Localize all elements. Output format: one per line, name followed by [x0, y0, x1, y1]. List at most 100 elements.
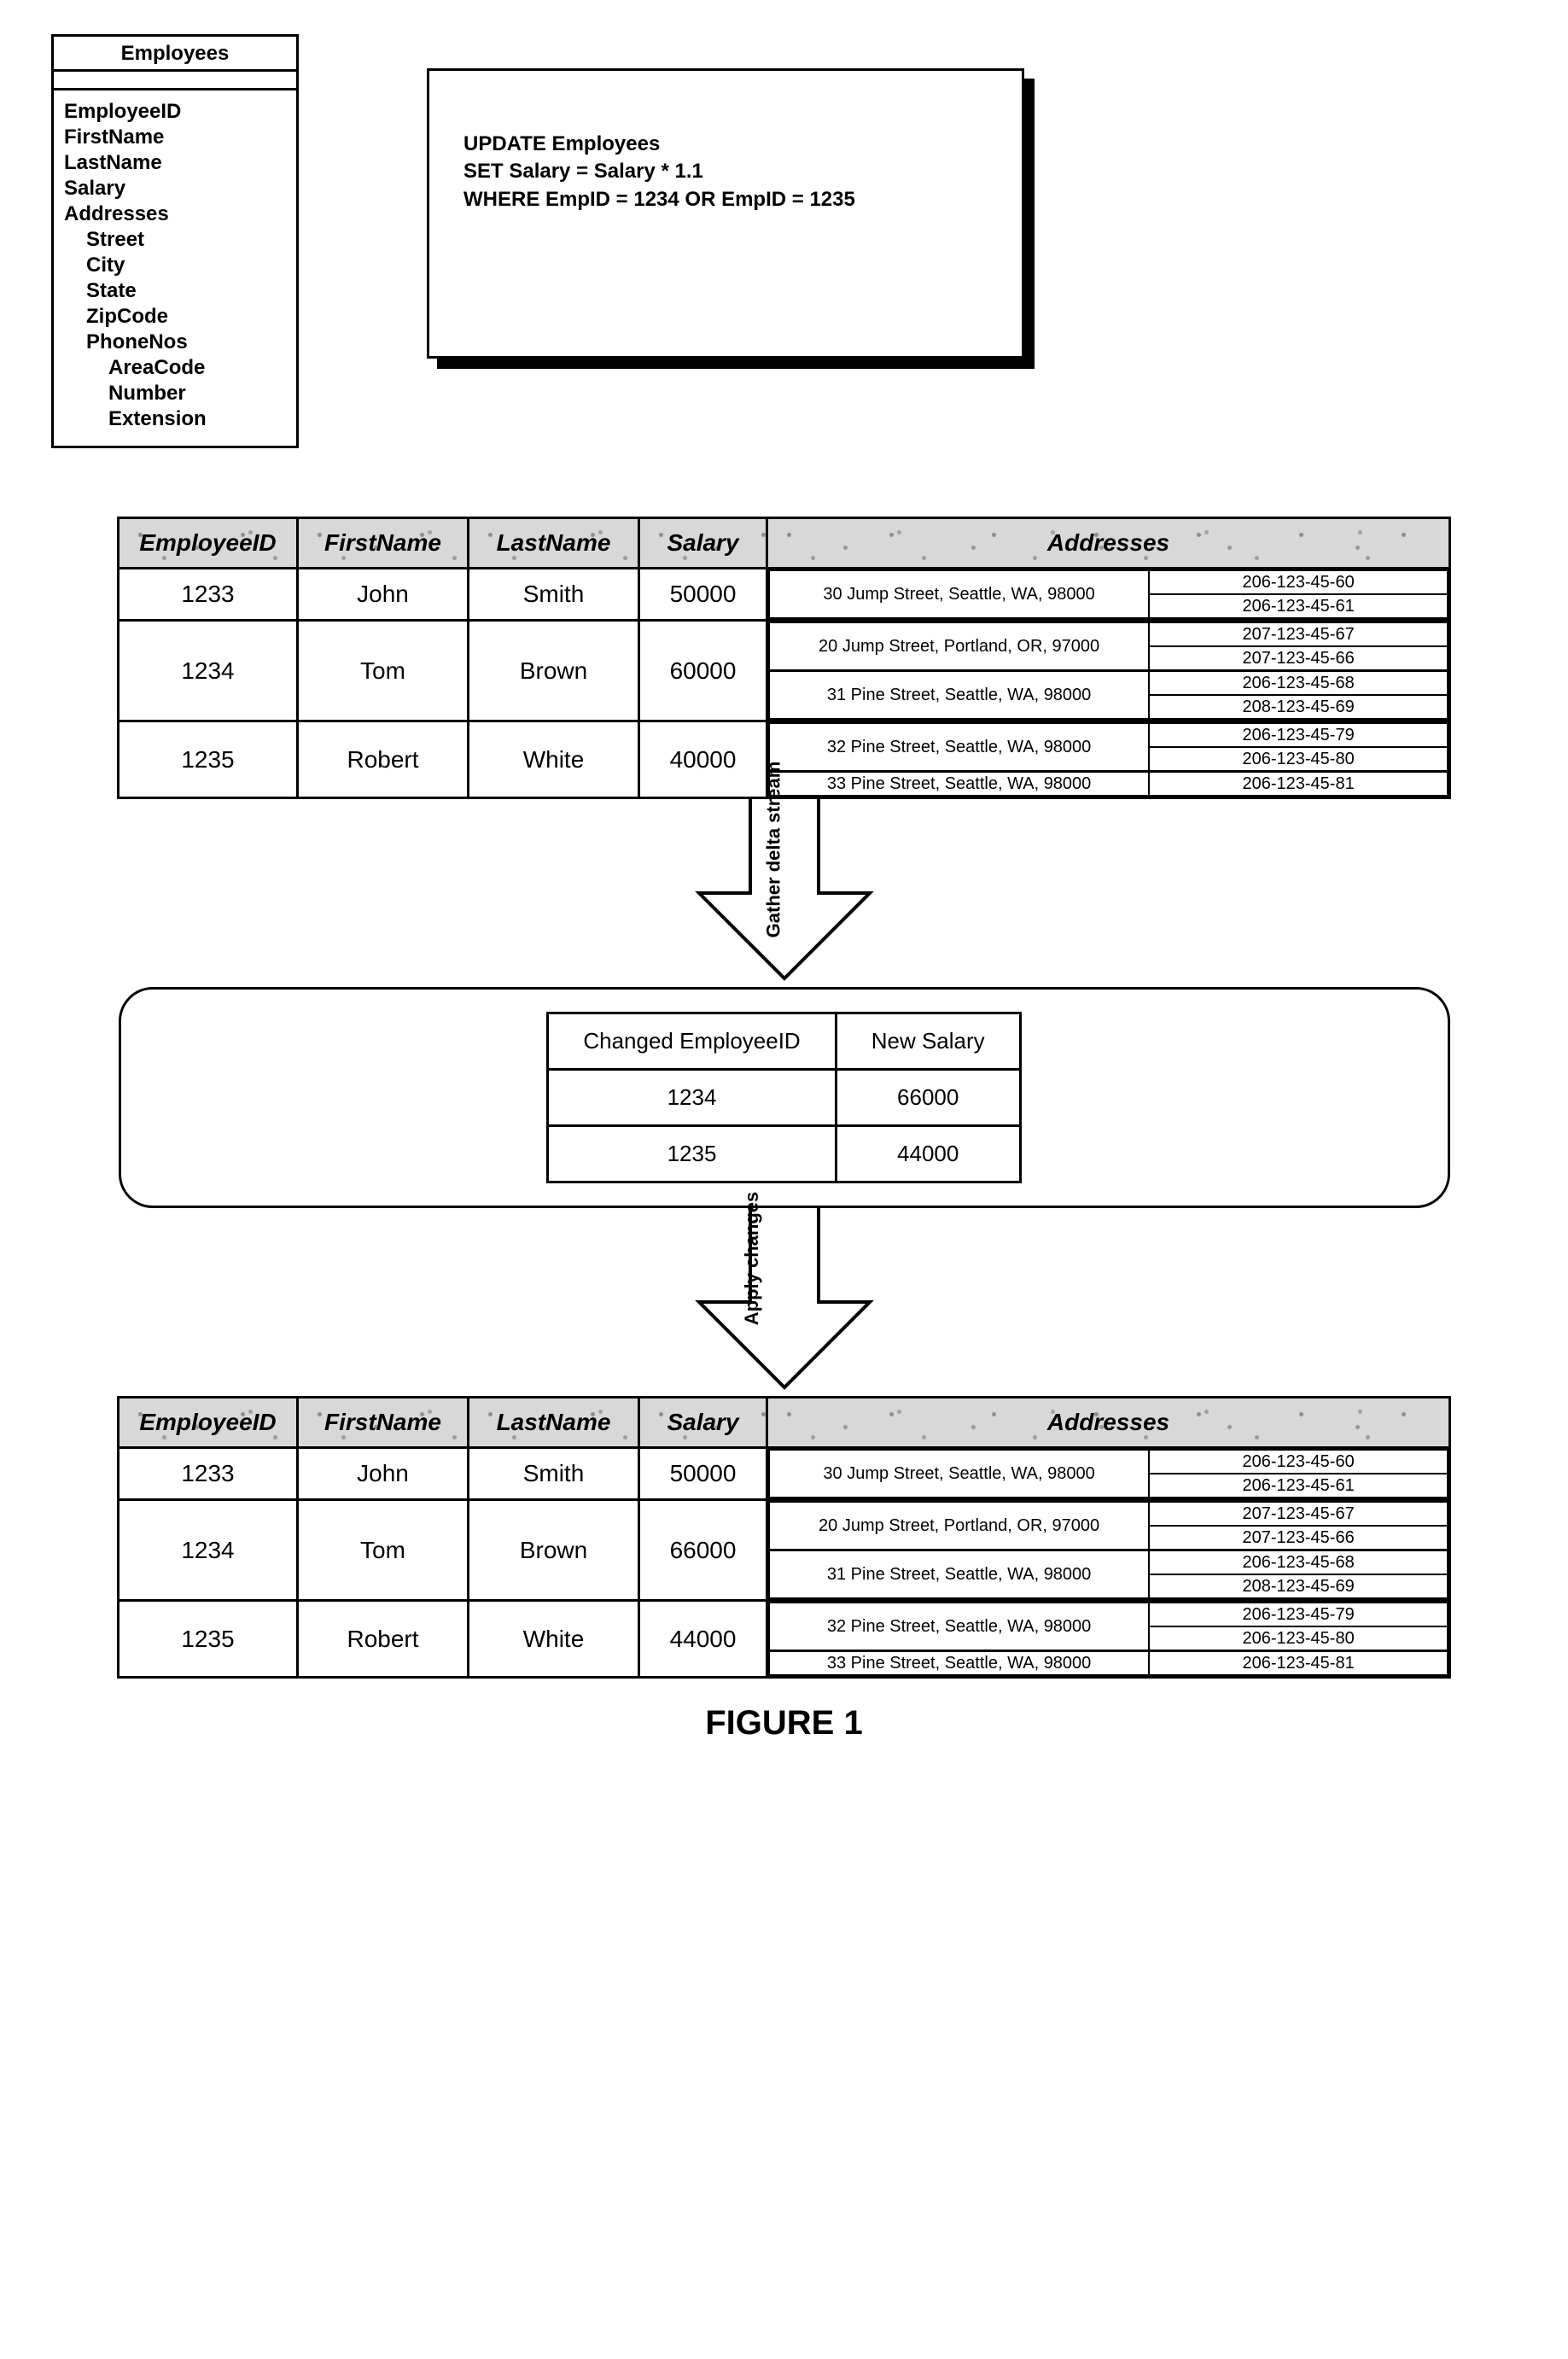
address-phone: 207-123-45-67 — [1149, 1502, 1448, 1526]
address-street: 30 Jump Street, Seattle, WA, 98000 — [769, 1450, 1149, 1498]
schema-field: LastName — [64, 150, 286, 176]
cell-id: 1234 — [119, 1500, 298, 1601]
schema-field: ZipCode — [64, 304, 286, 330]
cell-addresses: 32 Pine Street, Seattle, WA, 98000206-12… — [767, 1601, 1450, 1678]
address-phone: 208-123-45-69 — [1149, 695, 1448, 719]
address-street: 33 Pine Street, Seattle, WA, 98000 — [769, 772, 1149, 797]
col-header-addr: Addresses — [767, 518, 1450, 569]
col-header-salary: Salary — [639, 518, 767, 569]
delta-stream-box: Changed EmployeeID New Salary 1234660001… — [119, 987, 1450, 1208]
col-header-empid: EmployeeID — [119, 518, 298, 569]
cell-salary: 60000 — [639, 621, 767, 721]
address-phone: 206-123-45-79 — [1149, 1603, 1448, 1626]
col-header-salary: Salary — [639, 1398, 767, 1448]
arrow-label: Apply changes — [741, 1192, 763, 1325]
address-street: 20 Jump Street, Portland, OR, 97000 — [769, 622, 1149, 671]
address-phone: 208-123-45-69 — [1149, 1574, 1448, 1598]
address-street: 20 Jump Street, Portland, OR, 97000 — [769, 1502, 1149, 1550]
schema-field: Salary — [64, 176, 286, 201]
col-header-lname: LastName — [469, 1398, 639, 1448]
cell-salary: 50000 — [639, 1448, 767, 1500]
cell-salary: 50000 — [639, 569, 767, 621]
arrow-label: Gather delta stream — [762, 762, 784, 938]
address-phone: 207-123-45-66 — [1149, 646, 1448, 671]
address-phone: 207-123-45-67 — [1149, 622, 1448, 646]
cell-first: Robert — [298, 1601, 469, 1678]
cell-addresses: 20 Jump Street, Portland, OR, 97000207-1… — [767, 621, 1450, 721]
delta-table: Changed EmployeeID New Salary 1234660001… — [546, 1012, 1021, 1183]
address-phone: 207-123-45-66 — [1149, 1526, 1448, 1550]
cell-addresses: 20 Jump Street, Portland, OR, 97000207-1… — [767, 1500, 1450, 1601]
sql-line: SET Salary = Salary * 1.1 — [463, 158, 996, 185]
schema-field: FirstName — [64, 125, 286, 150]
schema-field: Addresses — [64, 201, 286, 227]
address-phone: 206-123-45-81 — [1149, 1651, 1448, 1676]
cell-last: Brown — [469, 621, 639, 721]
arrow-apply-changes: Apply changes — [119, 1208, 1450, 1396]
cell-salary: 66000 — [639, 1500, 767, 1601]
schema-field: PhoneNos — [64, 330, 286, 355]
schema-field: City — [64, 253, 286, 278]
delta-salary: 66000 — [836, 1070, 1020, 1126]
col-header-addr: Addresses — [767, 1398, 1450, 1448]
cell-last: Smith — [469, 1448, 639, 1500]
employees-table-after: EmployeeID FirstName LastName Salary Add… — [117, 1396, 1451, 1679]
delta-empid: 1234 — [548, 1070, 836, 1126]
col-header-fname: FirstName — [298, 518, 469, 569]
cell-addresses: 30 Jump Street, Seattle, WA, 98000206-12… — [767, 569, 1450, 621]
address-phone: 206-123-45-81 — [1149, 772, 1448, 797]
schema-box: Employees EmployeeIDFirstNameLastNameSal… — [51, 34, 299, 448]
cell-id: 1235 — [119, 721, 298, 798]
address-phone: 206-123-45-61 — [1149, 594, 1448, 618]
cell-last: White — [469, 721, 639, 798]
delta-empid: 1235 — [548, 1126, 836, 1182]
cell-addresses: 32 Pine Street, Seattle, WA, 98000206-12… — [767, 721, 1450, 798]
schema-field: Street — [64, 227, 286, 253]
address-street: 31 Pine Street, Seattle, WA, 98000 — [769, 671, 1149, 720]
cell-id: 1233 — [119, 1448, 298, 1500]
delta-salary: 44000 — [836, 1126, 1020, 1182]
cell-first: Tom — [298, 1500, 469, 1601]
address-phone: 206-123-45-68 — [1149, 1550, 1448, 1575]
address-phone: 206-123-45-68 — [1149, 671, 1448, 696]
cell-addresses: 30 Jump Street, Seattle, WA, 98000206-12… — [767, 1448, 1450, 1500]
cell-first: John — [298, 1448, 469, 1500]
sql-line: UPDATE Employees — [463, 131, 996, 158]
delta-header-empid: Changed EmployeeID — [548, 1013, 836, 1070]
cell-first: Robert — [298, 721, 469, 798]
cell-id: 1233 — [119, 569, 298, 621]
delta-header-salary: New Salary — [836, 1013, 1020, 1070]
col-header-empid: EmployeeID — [119, 1398, 298, 1448]
sql-box: UPDATE Employees SET Salary = Salary * 1… — [427, 68, 1024, 359]
address-phone: 206-123-45-80 — [1149, 747, 1448, 772]
address-phone: 206-123-45-80 — [1149, 1626, 1448, 1651]
address-phone: 206-123-45-79 — [1149, 723, 1448, 747]
cell-first: Tom — [298, 621, 469, 721]
address-street: 32 Pine Street, Seattle, WA, 98000 — [769, 1603, 1149, 1651]
address-phone: 206-123-45-61 — [1149, 1474, 1448, 1498]
cell-last: Brown — [469, 1500, 639, 1601]
cell-last: Smith — [469, 569, 639, 621]
schema-field: State — [64, 278, 286, 304]
col-header-fname: FirstName — [298, 1398, 469, 1448]
cell-salary: 44000 — [639, 1601, 767, 1678]
cell-salary: 40000 — [639, 721, 767, 798]
schema-field-list: EmployeeIDFirstNameLastNameSalaryAddress… — [54, 91, 296, 446]
figure-caption: FIGURE 1 — [51, 1704, 1517, 1743]
address-street: 30 Jump Street, Seattle, WA, 98000 — [769, 570, 1149, 618]
address-street: 32 Pine Street, Seattle, WA, 98000 — [769, 723, 1149, 772]
schema-gap — [54, 72, 296, 91]
col-header-lname: LastName — [469, 518, 639, 569]
arrow-gather-delta: Gather delta stream — [119, 799, 1450, 987]
schema-title: Employees — [54, 37, 296, 72]
schema-field: EmployeeID — [64, 99, 286, 125]
cell-first: John — [298, 569, 469, 621]
address-street: 31 Pine Street, Seattle, WA, 98000 — [769, 1550, 1149, 1599]
cell-last: White — [469, 1601, 639, 1678]
schema-field: Extension — [64, 406, 286, 432]
schema-field: AreaCode — [64, 355, 286, 381]
address-phone: 206-123-45-60 — [1149, 570, 1448, 594]
address-street: 33 Pine Street, Seattle, WA, 98000 — [769, 1651, 1149, 1676]
cell-id: 1235 — [119, 1601, 298, 1678]
employees-table-before: EmployeeID FirstName LastName Salary Add… — [117, 517, 1451, 799]
